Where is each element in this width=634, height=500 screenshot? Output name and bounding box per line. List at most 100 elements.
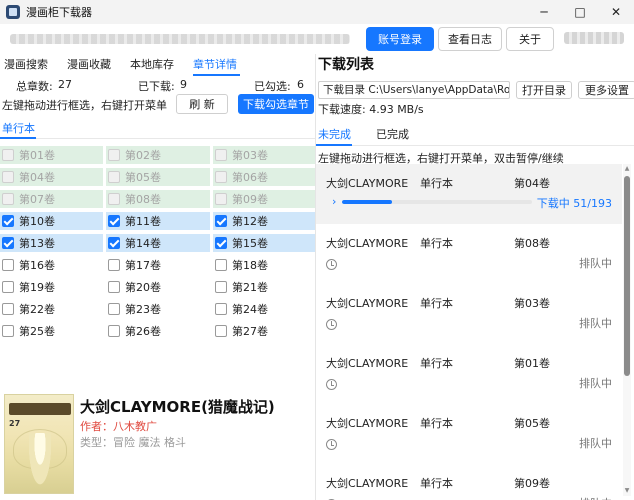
chapter-checkbox[interactable]: [108, 193, 120, 205]
download-item[interactable]: 大剑CLAYMORE 单行本 第01卷 排队中: [316, 344, 622, 404]
tab-chapter-details[interactable]: 章节详情: [189, 54, 246, 76]
refresh-button[interactable]: 刷 新: [176, 94, 228, 114]
chapter-checkbox[interactable]: [215, 325, 227, 337]
chapter-label: 第25卷: [19, 325, 55, 338]
scroll-thumb[interactable]: [624, 176, 630, 376]
scroll-up-icon[interactable]: ▲: [623, 164, 631, 174]
download-chapter: 第01卷: [514, 357, 550, 370]
chapter-label: 第05卷: [125, 171, 161, 184]
download-selected-button[interactable]: 下载勾选章节: [238, 94, 314, 114]
redacted-user: [564, 32, 624, 44]
chapter-checkbox[interactable]: [108, 281, 120, 293]
chapter-item[interactable]: 第14卷: [106, 234, 210, 252]
download-item[interactable]: 大剑CLAYMORE 单行本 第08卷 排队中: [316, 224, 622, 284]
chapter-item[interactable]: 第07卷: [0, 190, 103, 208]
download-chapter: 第03卷: [514, 297, 550, 310]
chapter-item[interactable]: 第05卷: [106, 168, 210, 186]
chapter-item[interactable]: 第16卷: [0, 256, 103, 274]
chapter-item[interactable]: 第10卷: [0, 212, 103, 230]
chapter-item[interactable]: 第01卷: [0, 146, 103, 164]
chapter-checkbox[interactable]: [2, 303, 14, 315]
chapter-item[interactable]: 第04卷: [0, 168, 103, 186]
download-comic-name: 大剑CLAYMORE: [326, 297, 409, 310]
chapter-item[interactable]: 第23卷: [106, 300, 210, 318]
active-tab-indicator: [316, 144, 352, 146]
chapter-checkbox[interactable]: [215, 303, 227, 315]
tab-search[interactable]: 漫画搜索: [0, 54, 57, 76]
chapter-checkbox[interactable]: [2, 149, 14, 161]
chapter-item[interactable]: 第15卷: [213, 234, 315, 252]
chapter-item[interactable]: 第11卷: [106, 212, 210, 230]
chapter-checkbox[interactable]: [215, 193, 227, 205]
chapter-item[interactable]: 第03卷: [213, 146, 315, 164]
chapter-item[interactable]: 第21卷: [213, 278, 315, 296]
chapter-item[interactable]: 第25卷: [0, 322, 103, 340]
chapter-checkbox[interactable]: [215, 215, 227, 227]
scroll-down-icon[interactable]: ▼: [623, 486, 631, 496]
chapter-item[interactable]: 第08卷: [106, 190, 210, 208]
more-settings-button[interactable]: 更多设置: [578, 81, 634, 99]
chapter-checkbox[interactable]: [108, 149, 120, 161]
tab-finished[interactable]: 已完成: [376, 126, 409, 142]
chapter-item[interactable]: 第02卷: [106, 146, 210, 164]
chapter-checkbox[interactable]: [108, 325, 120, 337]
chapter-checkbox[interactable]: [108, 171, 120, 183]
login-button[interactable]: 账号登录: [366, 27, 434, 51]
tab-unfinished[interactable]: 未完成: [318, 126, 351, 142]
comic-cover[interactable]: 27: [4, 394, 74, 494]
chapter-item[interactable]: 第13卷: [0, 234, 103, 252]
chapter-item[interactable]: 第12卷: [213, 212, 315, 230]
download-comic-name: 大剑CLAYMORE: [326, 357, 409, 370]
about-button[interactable]: 关于: [506, 27, 554, 51]
view-log-button[interactable]: 查看日志: [438, 27, 502, 51]
chapter-checkbox[interactable]: [215, 281, 227, 293]
chapter-checkbox[interactable]: [2, 281, 14, 293]
chapter-checkbox[interactable]: [2, 259, 14, 271]
download-item[interactable]: 大剑CLAYMORE 单行本 第09卷排队中: [316, 464, 622, 500]
comic-info: 27 大剑CLAYMORE(猎魔战记) 作者：八木教广 类型：冒险 魔法 格斗: [0, 390, 316, 500]
minimize-button[interactable]: ─: [526, 0, 562, 24]
chapter-item[interactable]: 第18卷: [213, 256, 315, 274]
chapter-checkbox[interactable]: [108, 303, 120, 315]
download-scrollbar[interactable]: ▲ ▼: [623, 164, 631, 496]
selection-hint: 左键拖动进行框选，右键打开菜单: [2, 99, 167, 112]
download-chapter-type: 单行本: [420, 417, 453, 430]
chapter-item[interactable]: 第20卷: [106, 278, 210, 296]
download-comic-name: 大剑CLAYMORE: [326, 177, 409, 190]
maximize-button[interactable]: □: [562, 0, 598, 24]
chapter-item[interactable]: 第17卷: [106, 256, 210, 274]
chapter-item[interactable]: 第26卷: [106, 322, 210, 340]
download-chapter-type: 单行本: [420, 297, 453, 310]
download-dir-field[interactable]: 下载目录 C:\Users\lanye\AppData\Roaming: [318, 81, 510, 99]
chapter-item[interactable]: 第27卷: [213, 322, 315, 340]
download-item[interactable]: 大剑CLAYMORE 单行本 第04卷 › 下载中 51/193: [316, 164, 622, 224]
chapter-checkbox[interactable]: [2, 171, 14, 183]
chapter-item[interactable]: 第19卷: [0, 278, 103, 296]
chapter-checkbox[interactable]: [215, 171, 227, 183]
chevron-right-icon[interactable]: ›: [332, 195, 336, 208]
comic-author[interactable]: 作者：八木教广: [80, 418, 157, 434]
tab-local[interactable]: 本地库存: [126, 54, 183, 76]
chapter-item[interactable]: 第24卷: [213, 300, 315, 318]
chapter-checkbox[interactable]: [215, 259, 227, 271]
chapter-checkbox[interactable]: [108, 237, 120, 249]
chapter-checkbox[interactable]: [2, 193, 14, 205]
close-button[interactable]: ✕: [598, 0, 634, 24]
download-item[interactable]: 大剑CLAYMORE 单行本 第03卷 排队中: [316, 284, 622, 344]
clock-icon: [326, 379, 337, 390]
chapter-item[interactable]: 第22卷: [0, 300, 103, 318]
tab-volumes[interactable]: 单行本: [2, 120, 35, 136]
chapter-checkbox[interactable]: [2, 237, 14, 249]
chapter-checkbox[interactable]: [215, 149, 227, 161]
chapter-checkbox[interactable]: [2, 325, 14, 337]
chapter-item[interactable]: 第06卷: [213, 168, 315, 186]
open-dir-button[interactable]: 打开目录: [516, 81, 572, 99]
download-item[interactable]: 大剑CLAYMORE 单行本 第05卷 排队中: [316, 404, 622, 464]
chapter-label: 第07卷: [19, 193, 55, 206]
chapter-item[interactable]: 第09卷: [213, 190, 315, 208]
tab-favorites[interactable]: 漫画收藏: [63, 54, 120, 76]
chapter-checkbox[interactable]: [108, 215, 120, 227]
chapter-checkbox[interactable]: [108, 259, 120, 271]
chapter-checkbox[interactable]: [215, 237, 227, 249]
chapter-checkbox[interactable]: [2, 215, 14, 227]
